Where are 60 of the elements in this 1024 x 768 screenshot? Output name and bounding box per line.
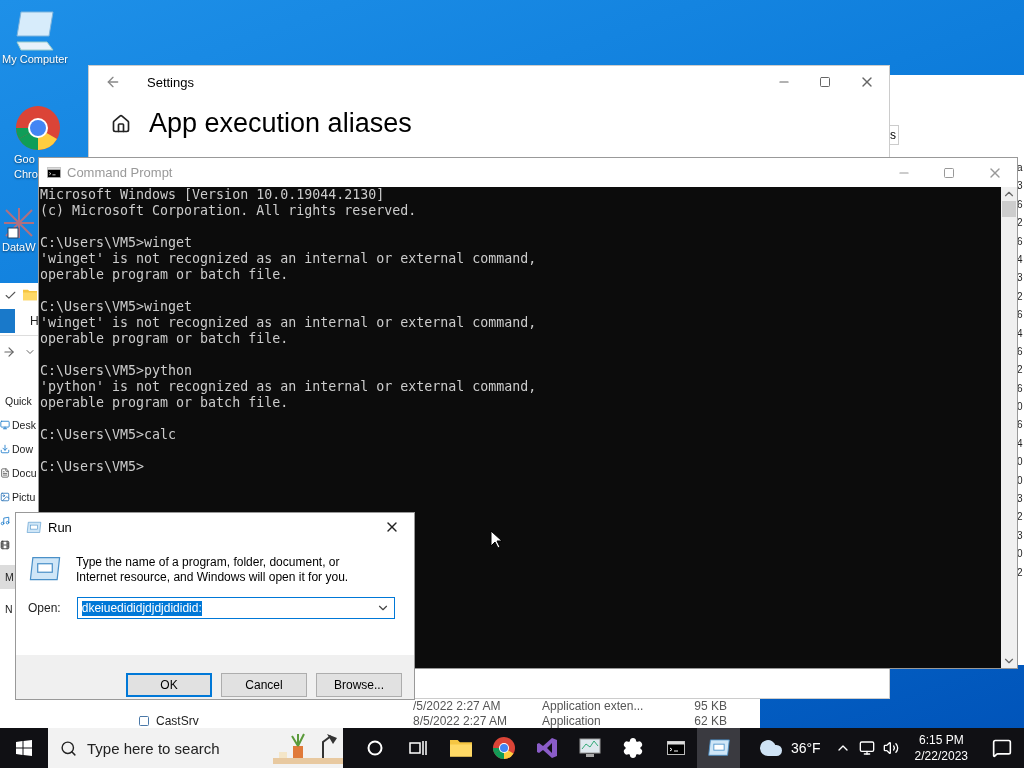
weather-temperature[interactable]: 36°F	[790, 740, 821, 756]
sidebar-item[interactable]: M	[0, 565, 17, 589]
window-title: Command Prompt	[67, 165, 173, 180]
table-cell-text: 6	[1017, 344, 1024, 359]
console-line: 'python' is not recognized as an internal or external command,	[40, 379, 538, 395]
clock-time[interactable]: 6:15 PM	[918, 732, 964, 748]
table-cell-text: 3	[1017, 528, 1024, 543]
console-line: 'winget' is not recognized as an internal or external command,	[40, 315, 538, 331]
console-line: C:\Users\VM5>winget	[40, 235, 194, 251]
sidebar-item[interactable]: Quick	[0, 389, 35, 413]
table-cell-text: 6	[1017, 197, 1024, 212]
table-cell-text: 6	[1017, 308, 1024, 323]
console-line: C:\Users\VM5>python	[40, 363, 194, 379]
table-cell-text: 3	[1017, 179, 1024, 194]
table-cell-text: 2	[1017, 289, 1024, 304]
table-cell-text: 3	[1017, 492, 1024, 507]
date-cell-text: /5/2022 2:27 AM	[413, 698, 502, 713]
table-cell-text: 3	[1017, 271, 1024, 286]
sidebar-item[interactable]: Pictu	[0, 485, 36, 509]
desktop-icon-label[interactable]: DataW	[2, 240, 36, 255]
sidebar-item[interactable]: Docu	[0, 461, 37, 485]
sidebar-item[interactable]: Dow	[0, 437, 33, 461]
page-heading: App execution aliases	[149, 108, 412, 139]
console-line: operable program or batch file.	[40, 331, 290, 347]
desktop-icon-label[interactable]: Goo Chro	[14, 152, 37, 182]
clock-date[interactable]: 2/22/2023	[914, 748, 968, 764]
table-cell-text: 2	[1017, 565, 1024, 580]
console-line: operable program or batch file.	[40, 395, 290, 411]
table-cell-text: 6	[1017, 381, 1024, 396]
table-cell-text: 6	[1017, 234, 1024, 249]
dialog-button[interactable]: Cancel	[221, 673, 307, 697]
console-line: C:\Users\VM5>winget	[40, 299, 194, 315]
console-line: (c) Microsoft Corporation. All rights reserved.	[40, 203, 418, 219]
file-name[interactable]: CastSrv	[156, 713, 413, 728]
console-line: C:\Users\VM5>	[40, 459, 146, 475]
window-title: Run	[48, 519, 72, 535]
table-cell-text: 2	[1017, 510, 1024, 525]
console-line: C:\Users\VM5>calc	[40, 427, 178, 443]
type-cell-text: Application exten...	[542, 698, 645, 713]
desktop-icon-label[interactable]: My Computer	[2, 52, 69, 67]
sidebar-item[interactable]: N	[0, 597, 16, 621]
open-combobox[interactable]: dkeiuedididjdjdjdididid:	[76, 597, 395, 619]
ribbon-tab[interactable]: H	[30, 314, 39, 328]
description-text: Type the name of a program, folder, document, or Internet resource, and Windows will open it for you.	[76, 555, 350, 585]
open-label: Open:	[28, 601, 61, 615]
date-cell-text: 8/5/2022 2:27 AM	[413, 713, 509, 728]
console-line: operable program or batch file.	[40, 267, 290, 283]
size-cell-text: 95 KB	[693, 698, 727, 713]
type-cell-text: Application	[542, 713, 602, 728]
window-title: Settings	[147, 74, 194, 90]
size-cell-text: 62 KB	[693, 713, 727, 728]
dialog-button[interactable]: Browse...	[316, 673, 402, 697]
console-line: 'winget' is not recognized as an internal or external command,	[40, 251, 538, 267]
table-cell-text: 2	[1017, 216, 1024, 231]
sidebar-item[interactable]: Desk	[0, 413, 36, 437]
table-cell-text: 2	[1017, 363, 1024, 378]
table-cell-text: 6	[1017, 418, 1024, 433]
console-line: Microsoft Windows [Version 10.0.19044.2130]	[40, 187, 386, 203]
dialog-button[interactable]: OK	[126, 673, 212, 697]
search-field[interactable]: Type here to search	[48, 728, 343, 768]
